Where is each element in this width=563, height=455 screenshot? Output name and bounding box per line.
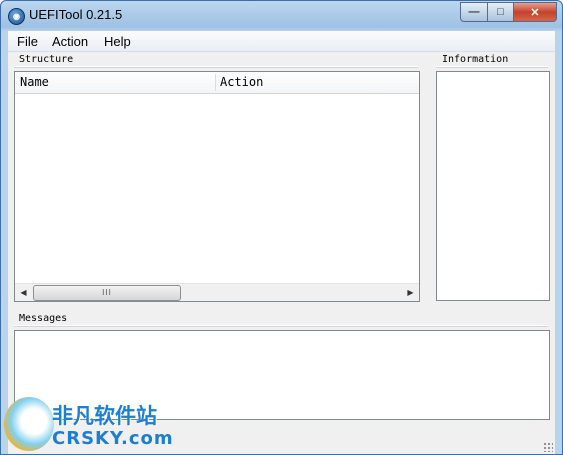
scrollbar-thumb[interactable]: III [33, 285, 181, 301]
information-label: Information [442, 54, 509, 65]
menu-file[interactable]: File [17, 34, 38, 49]
horizontal-scrollbar[interactable]: ◀ III ▶ [15, 283, 419, 301]
window-title: UEFITool 0.21.5 [29, 7, 123, 22]
close-button[interactable]: ✕ [514, 2, 557, 22]
messages-divider [14, 325, 548, 327]
app-icon[interactable]: ◉ [8, 8, 25, 25]
messages-label: Messages [19, 313, 68, 324]
caption-buttons: — □ ✕ [460, 2, 557, 22]
watermark-text-en: CRSKY.com [52, 428, 174, 449]
information-panel[interactable] [436, 71, 550, 301]
structure-label: Structure [19, 54, 74, 65]
column-header-name[interactable]: Name [15, 72, 215, 93]
watermark: 非凡软件站 CRSKY.com [0, 394, 173, 455]
structure-divider [14, 66, 418, 68]
scroll-left-icon[interactable]: ◀ [15, 284, 32, 301]
scroll-right-icon[interactable]: ▶ [402, 284, 419, 301]
main-window: ◉ UEFITool 0.21.5 — □ ✕ File Action Help… [0, 0, 563, 455]
information-divider [436, 66, 548, 68]
client-area: File Action Help Structure Name Action ◀… [8, 31, 555, 454]
title-bar[interactable]: ◉ UEFITool 0.21.5 — □ ✕ [1, 1, 562, 30]
tree-header: Name Action [15, 72, 419, 94]
minimize-button[interactable]: — [460, 2, 488, 22]
watermark-logo-icon [4, 397, 54, 451]
maximize-button[interactable]: □ [488, 2, 514, 22]
column-header-action[interactable]: Action [215, 72, 420, 93]
watermark-text-cn: 非凡软件站 [52, 404, 157, 428]
menu-action[interactable]: Action [52, 34, 88, 49]
structure-tree[interactable]: Name Action ◀ III ▶ [14, 71, 420, 302]
resize-grip-icon[interactable] [543, 442, 553, 452]
menu-help[interactable]: Help [104, 34, 131, 49]
menu-bar: File Action Help [8, 31, 555, 52]
